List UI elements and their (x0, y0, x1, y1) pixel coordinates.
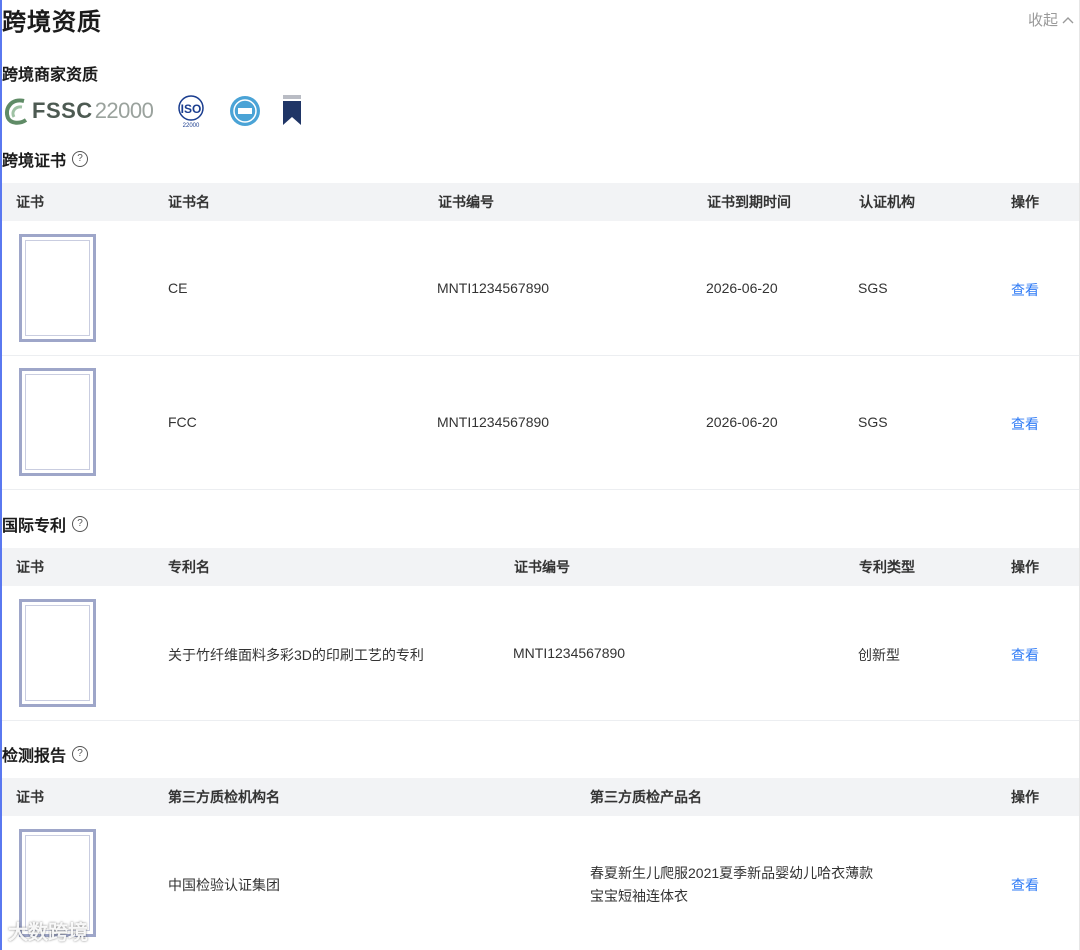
view-link[interactable]: 查看 (1011, 875, 1039, 895)
col-certificate: 证书 (16, 194, 44, 210)
iso-text: ISO (181, 102, 202, 116)
fssc-swirl-icon (5, 98, 28, 125)
cert-expiry: 2026-06-20 (706, 414, 778, 430)
product-name-line2: 宝宝短袖连体衣 (590, 888, 688, 904)
page-title: 跨境资质 (2, 9, 102, 36)
reports-table-header: 证书 第三方质检机构名 第三方质检产品名 操作 (2, 778, 1079, 816)
iso-22000-logo: ISO 22000 (178, 95, 205, 128)
col-certificate: 证书 (16, 559, 44, 575)
col-certificate: 证书 (16, 789, 44, 805)
fssc-22000-logo: FSSC 22000 (2, 96, 154, 126)
col-certificate-number: 证书编号 (438, 194, 494, 210)
certificates-table-header: 证书 证书名 证书编号 证书到期时间 认证机构 操作 (2, 183, 1079, 221)
table-row: 中国检验认证集团 春夏新生儿爬服2021夏季新品婴幼儿哈衣薄款 宝宝短袖连体衣 … (2, 816, 1079, 950)
product-name-line1: 春夏新生儿爬服2021夏季新品婴幼儿哈衣薄款 (590, 865, 874, 881)
cert-name: CE (168, 280, 188, 296)
table-row: 关于竹纤维面料多彩3D的印刷工艺的专利 MNTI1234567890 创新型 查… (2, 586, 1079, 721)
col-patent-type: 专利类型 (859, 559, 915, 575)
cert-authority: SGS (858, 414, 888, 430)
merchant-qualification-label: 跨境商家资质 (2, 67, 99, 84)
reports-label: 检测报告 (2, 748, 67, 765)
col-institution-name: 第三方质检机构名 (168, 789, 280, 805)
col-action: 操作 (1011, 559, 1039, 575)
patent-number: MNTI1234567890 (513, 645, 626, 661)
patent-name: 关于竹纤维面料多彩3D的印刷工艺的专利 (168, 647, 424, 663)
cert-authority: SGS (858, 280, 888, 296)
cert-expiry: 2026-06-20 (706, 280, 778, 296)
help-icon[interactable]: ? (72, 746, 89, 762)
iso-number: 22000 (183, 123, 200, 128)
certificate-thumbnail[interactable] (19, 599, 96, 707)
brand-badge-logo (283, 95, 302, 125)
fssc-number: 22000 (94, 98, 154, 123)
help-icon[interactable]: ? (72, 151, 89, 167)
merchant-qualification-title: 跨境商家资质 (2, 61, 98, 85)
col-patent-name: 专利名 (168, 559, 210, 575)
view-link[interactable]: 查看 (1011, 645, 1039, 665)
cert-number: MNTI1234567890 (437, 280, 550, 296)
patent-type: 创新型 (858, 647, 900, 663)
patents-title: 国际专利 ? (2, 512, 89, 536)
cert-number: MNTI1234567890 (437, 414, 550, 430)
reports-title: 检测报告 ? (2, 742, 89, 766)
col-expiry-date: 证书到期时间 (707, 194, 791, 210)
table-row: CE MNTI1234567890 2026-06-20 SGS 查看 (2, 221, 1079, 356)
col-authority: 认证机构 (859, 194, 915, 210)
institution-name: 中国检验认证集团 (168, 877, 280, 893)
bds-logo (230, 96, 261, 126)
help-icon[interactable]: ? (72, 516, 89, 532)
table-row: FCC MNTI1234567890 2026-06-20 SGS 查看 (2, 355, 1079, 490)
certificates-label: 跨境证书 (2, 153, 67, 170)
collapse-label: 收起 (1027, 12, 1058, 29)
patents-table-header: 证书 专利名 证书编号 专利类型 操作 (2, 548, 1079, 586)
col-product-name: 第三方质检产品名 (590, 789, 702, 805)
view-link[interactable]: 查看 (1011, 280, 1039, 300)
col-action: 操作 (1011, 194, 1039, 210)
fssc-text: FSSC (32, 98, 93, 123)
certificate-thumbnail[interactable] (19, 368, 96, 476)
cert-name: FCC (168, 414, 197, 430)
chevron-up-icon (1062, 16, 1074, 23)
certificate-thumbnail[interactable] (19, 234, 96, 342)
col-certificate-name: 证书名 (168, 194, 210, 210)
col-certificate-number: 证书编号 (514, 559, 570, 575)
patents-label: 国际专利 (2, 518, 67, 535)
collapse-button[interactable]: 收起 (1028, 9, 1074, 30)
col-action: 操作 (1011, 789, 1039, 805)
qualification-logos: FSSC 22000 ISO 22000 (2, 93, 303, 129)
certificates-title: 跨境证书 ? (2, 147, 89, 171)
watermark: 大数跨境 (8, 922, 88, 944)
view-link[interactable]: 查看 (1011, 414, 1039, 434)
